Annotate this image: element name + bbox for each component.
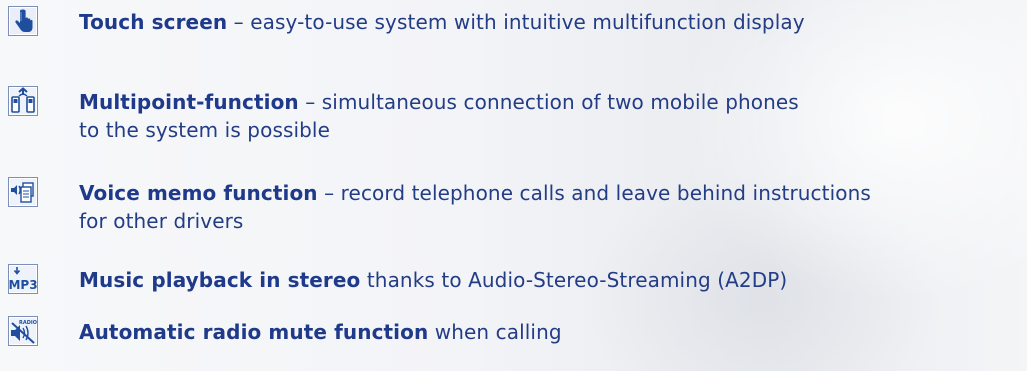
voice-memo-icon [8, 177, 38, 207]
feature-text: Multipoint-function – simultaneous conne… [79, 88, 799, 144]
feature-text: Voice memo function – record telephone c… [79, 179, 871, 235]
feature-description: – easy-to-use system with intuitive mult… [227, 10, 805, 34]
feature-description: when calling [428, 320, 562, 344]
mp3-icon: MP3 [8, 264, 38, 294]
feature-title: Automatic radio mute function [79, 320, 429, 344]
feature-description: – record telephone calls and leave behin… [317, 181, 871, 205]
feature-title: Music playback in stereo [79, 268, 361, 292]
radio-mute-icon: RADIO [8, 316, 38, 346]
feature-description: – simultaneous connection of two mobile … [298, 90, 799, 114]
feature-title: Multipoint-function [79, 90, 299, 114]
mp3-icon-label: MP3 [8, 278, 37, 292]
feature-title: Voice memo function [79, 181, 318, 205]
feature-text: Touch screen – easy-to-use system with i… [79, 8, 805, 36]
feature-list: Touch screen – easy-to-use system with i… [0, 0, 1027, 371]
feature-text: Automatic radio mute function when calli… [79, 318, 562, 346]
two-phones-icon [8, 86, 38, 116]
feature-text: Music playback in stereo thanks to Audio… [79, 266, 787, 294]
feature-description-line-2: for other drivers [79, 209, 244, 233]
touch-hand-icon [8, 6, 38, 36]
feature-title: Touch screen [79, 10, 228, 34]
feature-description: thanks to Audio-Stereo-Streaming (A2DP) [360, 268, 788, 292]
radio-icon-label: RADIO [19, 320, 37, 326]
feature-description-line-2: to the system is possible [79, 118, 330, 142]
